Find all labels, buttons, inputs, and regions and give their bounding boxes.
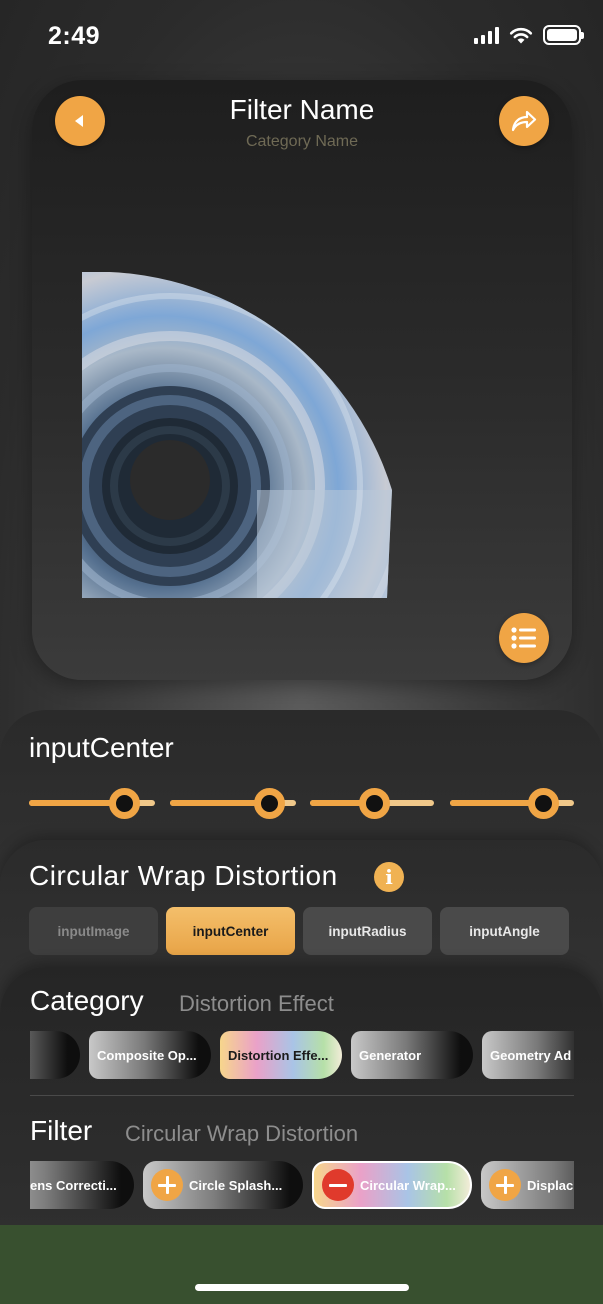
filter-chip-label: Displac [527,1177,574,1193]
slider-knob [109,788,141,819]
input-tab-center[interactable]: inputCenter [166,907,295,955]
battery-icon [543,25,584,45]
category-heading: Category [30,985,144,1016]
wifi-icon [509,27,533,43]
status-icons [474,25,584,45]
filter-name: Circular Wrap Distortion [29,860,338,891]
divider [30,1095,574,1096]
filter-chip[interactable]: ens Correcti... [30,1161,134,1209]
remove-icon[interactable] [322,1169,354,1201]
filter-title: Filter Name [229,94,375,125]
slider-knob [358,788,390,819]
category-subtitle: Category Name [245,133,359,150]
filter-chip-label: ens Correcti... [30,1177,117,1193]
filter-chip-label: Circle Splash... [189,1177,283,1193]
input-tab-angle[interactable]: inputAngle [440,907,569,955]
slider-knob [527,788,559,819]
add-icon[interactable] [151,1169,183,1201]
parameter-name: inputCenter [29,732,174,763]
add-icon[interactable] [489,1169,521,1201]
category-chip-row[interactable]: ect Composite Op... Distortion Effe... G… [30,1031,574,1079]
filter-chip[interactable]: Circle Splash... [143,1161,303,1209]
category-chip[interactable]: Geometry Ad [482,1031,574,1079]
category-chip[interactable]: Composite Op... [89,1031,211,1079]
slider-knob [254,788,286,819]
category-value: Distortion Effect [179,991,334,1016]
filter-chip[interactable]: Displac [481,1161,574,1209]
share-arrow-icon [511,110,537,132]
status-time: 2:49 [48,22,101,50]
filter-heading: Filter [30,1115,93,1146]
parameter-slider-1[interactable] [29,788,155,819]
browser-panel: Category Distortion Effect ect Composite… [0,967,603,1227]
cellular-signal-icon [474,26,499,44]
filter-value: Circular Wrap Distortion [125,1121,359,1146]
filter-chip-selected[interactable]: Circular Wrap... [312,1161,472,1209]
input-tab-image[interactable]: inputImage [29,907,158,955]
list-button[interactable] [499,613,549,663]
category-chip[interactable]: ect [30,1031,80,1079]
preview-card: Filter Name Category Name [32,80,572,680]
status-bar: 2:49 [0,0,603,72]
filtered-image-preview [82,272,392,598]
filter-chip-row[interactable]: ens Correcti... Circle Splash... Circula… [30,1161,574,1209]
parameter-slider-4[interactable] [450,788,574,819]
home-indicator[interactable] [195,1284,409,1291]
list-icon [511,627,536,649]
parameter-slider-3[interactable] [310,788,434,819]
input-tabs: inputImage inputCenter inputRadius input… [29,907,569,955]
info-icon[interactable]: i [374,862,404,892]
share-button[interactable] [499,96,549,146]
bottom-bar [0,1225,603,1304]
category-chip-selected[interactable]: Distortion Effe... [220,1031,342,1079]
filter-chip-label: Circular Wrap... [360,1177,456,1193]
parameter-slider-2[interactable] [170,788,296,819]
category-chip[interactable]: Generator [351,1031,473,1079]
input-tab-radius[interactable]: inputRadius [303,907,432,955]
